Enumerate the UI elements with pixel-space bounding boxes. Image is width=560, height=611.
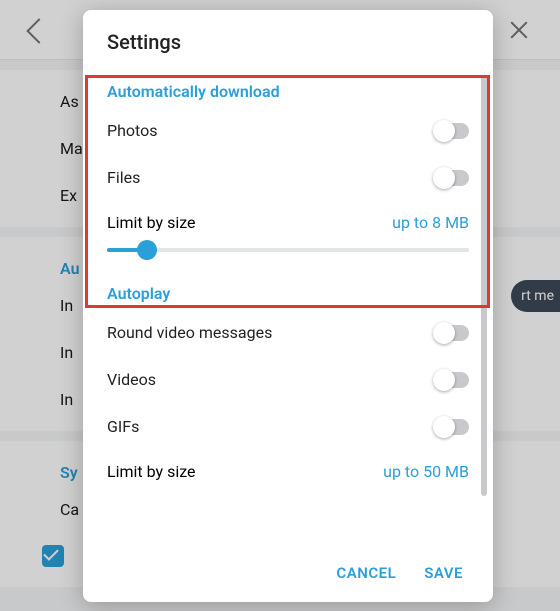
toggle-round-video[interactable] (435, 325, 469, 341)
toggle-gifs[interactable] (435, 419, 469, 435)
toggle-photos[interactable] (435, 123, 469, 139)
save-button[interactable]: SAVE (424, 564, 463, 582)
toggle-videos[interactable] (435, 372, 469, 388)
limit-value: up to 8 MB (392, 213, 469, 232)
row-limit-autoplay: Limit by size up to 50 MB (107, 450, 469, 485)
row-files: Files (107, 154, 469, 201)
row-photos: Photos (107, 107, 469, 154)
limit-value: up to 50 MB (383, 462, 469, 481)
slider-thumb[interactable] (137, 240, 157, 260)
row-limit-autodl: Limit by size up to 8 MB (107, 201, 469, 236)
section-header-autoplay: Autoplay (107, 270, 469, 309)
row-label: Round video messages (107, 323, 272, 342)
modal-body: Automatically download Photos Files Limi… (83, 68, 493, 546)
limit-label: Limit by size (107, 462, 196, 481)
settings-modal: Settings Automatically download Photos F… (83, 10, 493, 602)
slider-autodl[interactable] (107, 236, 469, 264)
modal-footer: CANCEL SAVE (83, 546, 493, 602)
cancel-button[interactable]: CANCEL (336, 564, 396, 582)
slider-track (107, 248, 469, 252)
row-round-video: Round video messages (107, 309, 469, 356)
row-label: Files (107, 168, 140, 187)
row-gifs: GIFs (107, 403, 469, 450)
row-videos: Videos (107, 356, 469, 403)
scrollbar[interactable] (481, 76, 487, 496)
row-label: Photos (107, 121, 158, 140)
toggle-files[interactable] (435, 170, 469, 186)
row-label: GIFs (107, 417, 139, 436)
row-label: Videos (107, 370, 156, 389)
modal-title: Settings (83, 10, 493, 68)
section-header-auto-download: Automatically download (107, 68, 469, 107)
limit-label: Limit by size (107, 213, 196, 232)
